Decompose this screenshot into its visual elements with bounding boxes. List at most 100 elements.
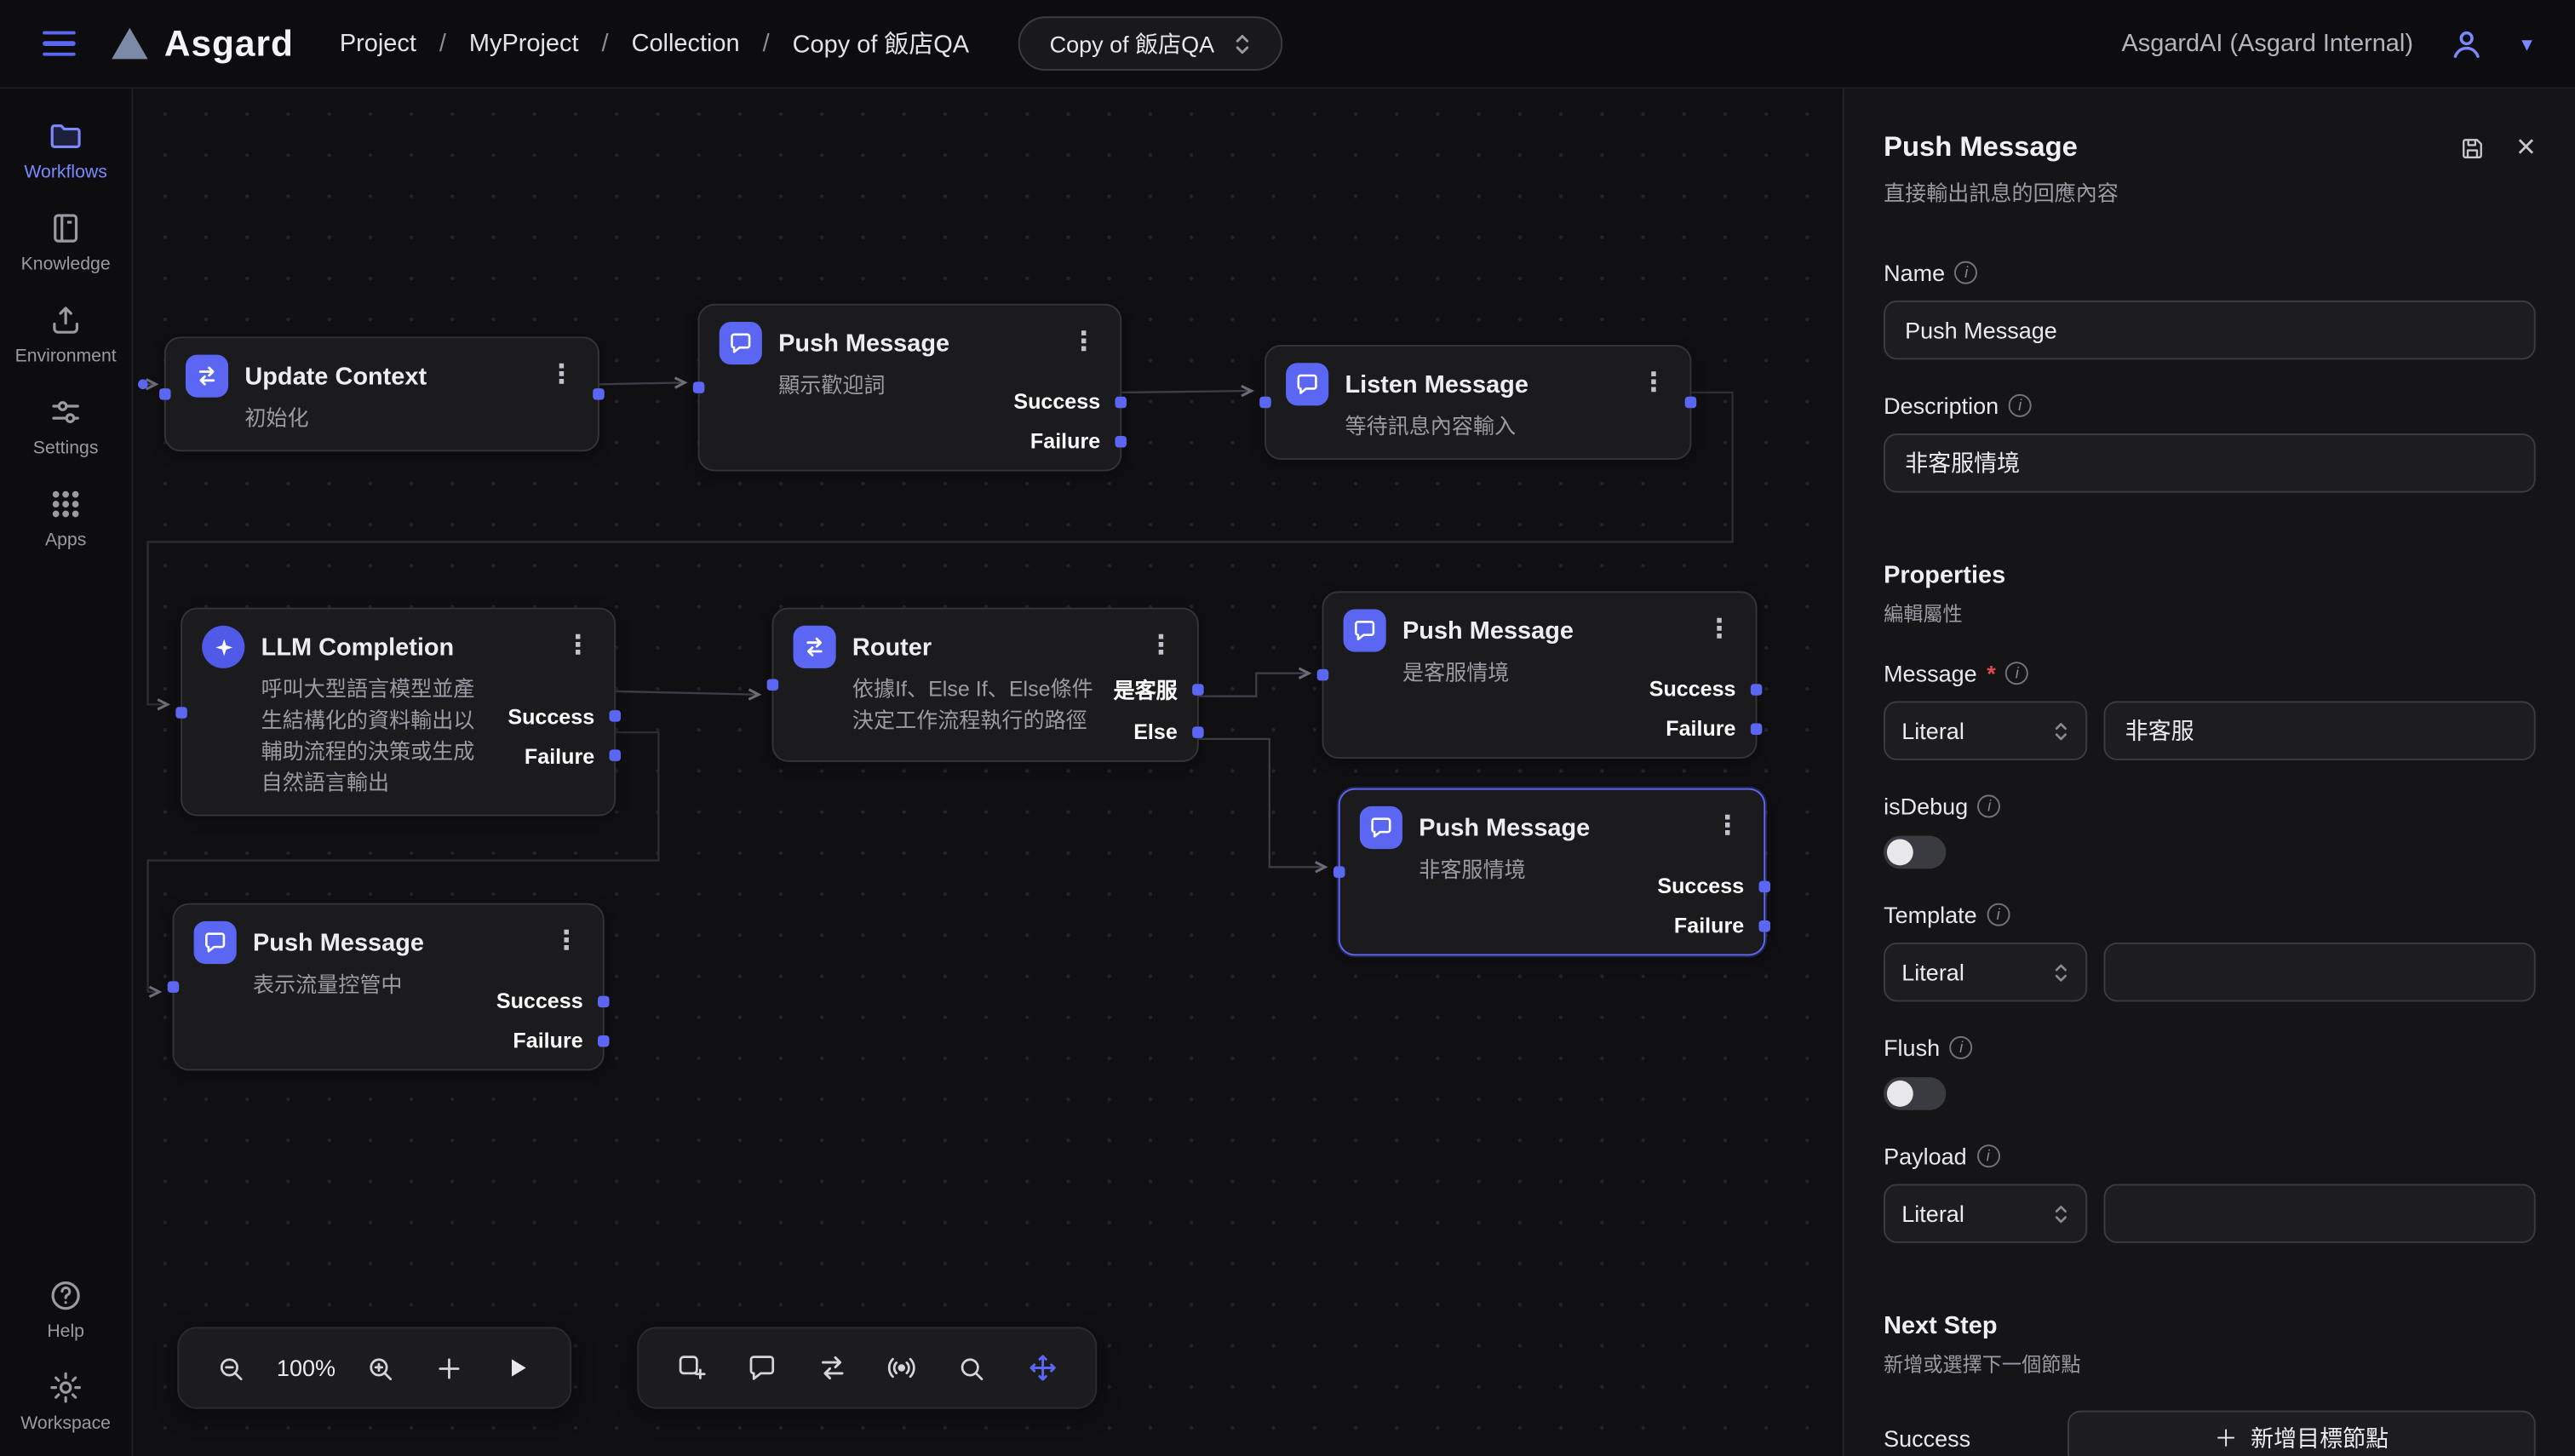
node-llm-completion[interactable]: LLM Completion ⋮ 呼叫大型語言模型並產生結構化的資料輸出以輔助流… (181, 608, 616, 817)
sidebar-item-workflows[interactable]: Workflows (0, 118, 131, 182)
sidebar-item-environment[interactable]: Environment (0, 302, 131, 366)
sidebar-item-knowledge[interactable]: Knowledge (0, 210, 131, 274)
chat-bubble-icon (1286, 363, 1328, 405)
node-subtitle: 非客服情境 (1419, 854, 1525, 937)
input-port[interactable] (767, 679, 779, 691)
output-port[interactable] (598, 995, 610, 1007)
flush-toggle[interactable] (1884, 1077, 1946, 1110)
template-value-input[interactable] (2103, 943, 2535, 1001)
isdebug-toggle[interactable] (1884, 836, 1946, 869)
breadcrumb-project[interactable]: Project (340, 30, 416, 58)
add-target-node-success-button[interactable]: ＋ 新增目標節點 (2067, 1411, 2536, 1456)
payload-label: Payload i (1884, 1143, 2536, 1169)
broadcast-tool-button[interactable] (875, 1340, 931, 1396)
app-window: Asgard Project / MyProject / Collection … (0, 0, 2575, 1456)
folder-icon (48, 118, 83, 154)
workflow-canvas[interactable]: Update Context ⋮ 初始化 Push Message ⋮ 顯示歡迎… (133, 89, 1843, 1456)
breadcrumb-current[interactable]: Copy of 飯店QA (793, 26, 969, 60)
tools-toolbar (637, 1327, 1097, 1408)
run-button[interactable] (490, 1340, 546, 1396)
comment-tool-button[interactable] (734, 1340, 790, 1396)
save-icon[interactable] (2459, 134, 2487, 162)
kebab-menu-icon[interactable]: ⋮ (545, 363, 578, 389)
node-push-message-nonservice-selected[interactable]: Push Message ⋮ 非客服情境 Success Failure (1339, 788, 1765, 956)
workflow-selector[interactable]: Copy of 飯店QA (1018, 16, 1283, 71)
input-port[interactable] (159, 388, 171, 400)
description-input[interactable] (1884, 433, 2536, 492)
gear-icon (48, 1369, 83, 1405)
output-port[interactable] (1758, 880, 1770, 892)
output-port[interactable] (1685, 397, 1697, 409)
input-port[interactable] (1259, 397, 1271, 409)
sidebar-item-workspace[interactable]: Workspace (0, 1369, 131, 1433)
message-type-select[interactable]: Literal (1884, 701, 2087, 760)
add-button[interactable] (422, 1340, 478, 1396)
required-asterisk: * (1987, 660, 1996, 686)
chat-bubble-icon (720, 322, 762, 364)
output-port[interactable] (593, 388, 604, 400)
output-port[interactable] (598, 1035, 610, 1046)
chevron-updown-icon (2053, 1203, 2069, 1224)
sidebar-item-settings[interactable]: Settings (0, 394, 131, 458)
node-inspector-panel: Push Message 直接輸出訊息的回應內容 × Name i Descri… (1843, 89, 2575, 1456)
output-port[interactable] (609, 710, 620, 721)
account-chevron-down-icon[interactable]: ▾ (2521, 31, 2532, 57)
search-tool-button[interactable] (944, 1340, 1001, 1396)
menu-hamburger-icon[interactable] (43, 31, 76, 56)
input-port[interactable] (1333, 866, 1345, 878)
kebab-menu-icon[interactable]: ⋮ (550, 930, 583, 956)
auto-layout-tool-button[interactable] (1014, 1340, 1070, 1396)
node-router[interactable]: Router ⋮ 依據If、Else If、Else條件決定工作流程執行的路徑 … (771, 608, 1198, 762)
output-port[interactable] (609, 749, 620, 761)
payload-type-select[interactable]: Literal (1884, 1184, 2087, 1242)
node-update-context[interactable]: Update Context ⋮ 初始化 (164, 336, 599, 451)
add-node-tool-button[interactable] (664, 1340, 720, 1396)
sidebar-item-help[interactable]: Help (0, 1277, 131, 1341)
node-listen-message[interactable]: Listen Message ⋮ 等待訊息內容輸入 (1265, 345, 1691, 460)
info-icon: i (1976, 1144, 1999, 1167)
kebab-menu-icon[interactable]: ⋮ (1144, 633, 1178, 660)
asgard-logo[interactable]: Asgard (112, 22, 294, 65)
output-port[interactable] (1751, 723, 1763, 735)
connection-tool-button[interactable] (804, 1340, 860, 1396)
node-subtitle: 表示流量控管中 (253, 969, 403, 1052)
node-push-message-service[interactable]: Push Message ⋮ 是客服情境 Success Failure (1322, 591, 1757, 759)
output-port[interactable] (1758, 920, 1770, 931)
output-port[interactable] (1115, 435, 1127, 447)
input-port[interactable] (693, 381, 705, 393)
logo-triangle-icon (112, 28, 147, 60)
output-port[interactable] (1115, 396, 1127, 408)
kebab-menu-icon[interactable]: ⋮ (1068, 330, 1101, 357)
message-value-input[interactable] (2103, 701, 2535, 760)
payload-value-input[interactable] (2103, 1184, 2535, 1242)
zoom-in-button[interactable] (353, 1340, 410, 1396)
name-input[interactable] (1884, 301, 2536, 359)
template-type-select[interactable]: Literal (1884, 943, 2087, 1001)
breadcrumb-myproject[interactable]: MyProject (469, 30, 579, 58)
input-port[interactable] (175, 706, 186, 718)
sidebar-item-apps[interactable]: Apps (0, 486, 131, 550)
breadcrumb-collection[interactable]: Collection (632, 30, 740, 58)
kebab-menu-icon[interactable]: ⋮ (1703, 617, 1736, 644)
input-port[interactable] (168, 981, 179, 993)
sidebar-label: Apps (45, 530, 86, 550)
output-failure: Failure (1013, 428, 1100, 453)
node-push-message-throttle[interactable]: Push Message ⋮ 表示流量控管中 Success Failure (172, 903, 604, 1071)
kebab-menu-icon[interactable]: ⋮ (1712, 815, 1745, 841)
template-label: Template i (1884, 902, 2536, 928)
chat-bubble-icon (1344, 609, 1386, 651)
input-port[interactable] (1317, 669, 1329, 681)
output-port[interactable] (1751, 683, 1763, 694)
apps-grid-icon (48, 486, 83, 522)
kebab-menu-icon[interactable]: ⋮ (1637, 371, 1671, 398)
output-port[interactable] (1192, 683, 1204, 694)
upload-icon (48, 302, 83, 338)
output-port[interactable] (1192, 725, 1204, 737)
kebab-menu-icon[interactable]: ⋮ (562, 633, 595, 660)
top-bar: Asgard Project / MyProject / Collection … (0, 0, 2575, 89)
info-icon: i (2009, 394, 2032, 417)
close-icon[interactable]: × (2516, 131, 2536, 164)
user-icon[interactable] (2449, 26, 2485, 61)
node-push-message-welcome[interactable]: Push Message ⋮ 顯示歡迎詞 Success Failure (698, 304, 1122, 472)
zoom-out-button[interactable] (204, 1340, 260, 1396)
